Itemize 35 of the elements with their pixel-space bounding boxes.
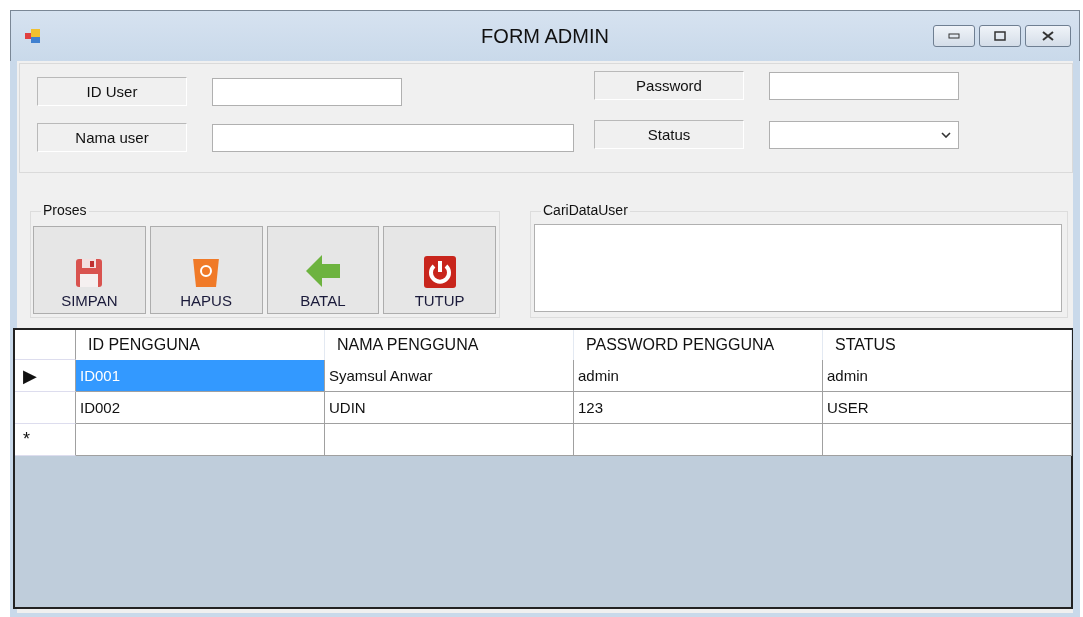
minimize-button[interactable] — [933, 25, 975, 47]
nama-user-field[interactable] — [212, 123, 574, 152]
status-label: Status — [594, 120, 744, 149]
close-icon — [1042, 31, 1054, 41]
table-cell[interactable] — [574, 424, 823, 456]
row-header[interactable]: * — [15, 424, 76, 456]
row-header[interactable] — [15, 392, 76, 424]
minimize-icon — [948, 33, 960, 39]
password-field[interactable] — [769, 71, 959, 100]
password-label: Password — [594, 71, 744, 100]
table-cell[interactable] — [76, 424, 325, 456]
table-cell[interactable] — [325, 424, 574, 456]
id-user-field[interactable] — [212, 77, 402, 106]
row-header[interactable]: ▶ — [15, 360, 76, 392]
app-icon — [25, 29, 41, 43]
maximize-button[interactable] — [979, 25, 1021, 47]
maximize-icon — [994, 31, 1006, 41]
window-title: FORM ADMIN — [481, 24, 609, 48]
id-user-label: ID User — [37, 77, 187, 106]
group-title: Proses — [41, 202, 89, 218]
table-cell[interactable] — [823, 424, 1072, 456]
close-button[interactable] — [1025, 25, 1071, 47]
power-icon — [423, 256, 456, 288]
nama-user-label: Nama user — [37, 123, 187, 152]
action-button[interactable]: HAPUS — [149, 226, 263, 314]
action-button[interactable]: TUTUP — [383, 226, 496, 314]
status-dropdown[interactable] — [769, 120, 959, 149]
action-button[interactable]: BATAL — [266, 226, 380, 314]
action-button[interactable]: SIMPAN — [33, 226, 146, 314]
row-indicator: ▶ — [23, 364, 37, 387]
chevron-down-icon — [941, 131, 951, 138]
left-arrow-icon — [304, 254, 341, 288]
group-title: CariDataUser — [541, 202, 630, 218]
row-indicator: * — [23, 429, 30, 450]
search-field[interactable] — [534, 224, 1062, 312]
